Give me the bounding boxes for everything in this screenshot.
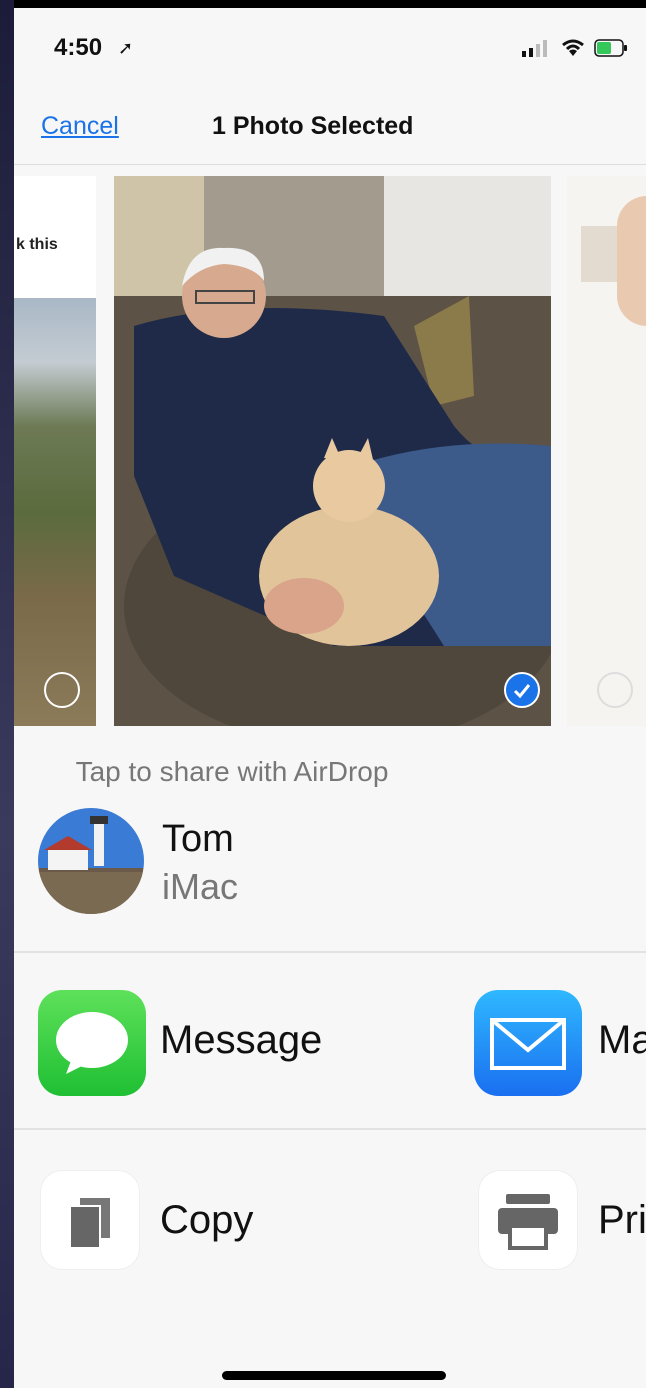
speech-bubble-icon <box>56 1012 128 1074</box>
landscape-image <box>14 298 96 726</box>
lighthouse-avatar-image <box>38 808 144 914</box>
photo-thumbnail-prev[interactable]: k this <box>14 176 96 726</box>
airdrop-device-name: iMac <box>162 866 239 907</box>
photo-thumbnail-next[interactable] <box>567 176 646 726</box>
battery-icon <box>594 39 627 57</box>
portrait-photo <box>114 176 551 726</box>
share-sheet-header: Cancel 1 Photo Selected <box>14 86 646 165</box>
photo-thumbnail-selected[interactable] <box>114 176 551 726</box>
selected-check-icon[interactable] <box>504 672 540 708</box>
photo-text-snippet: k this <box>16 236 58 253</box>
wifi-icon <box>562 39 584 56</box>
divider <box>14 1128 646 1130</box>
device-bezel <box>0 0 14 1388</box>
checkmark-icon <box>513 684 531 699</box>
copy-icon <box>40 1170 140 1270</box>
avatar <box>38 808 144 914</box>
messages-icon <box>38 990 146 1096</box>
status-time: 4:50 <box>54 34 103 61</box>
copy-pages-icon <box>69 1198 110 1249</box>
mail-icon <box>474 990 582 1096</box>
share-sheet-screen: 4:50 ➚ Cancel 1 Photo Selected k this Ta… <box>14 8 646 1388</box>
select-circle[interactable] <box>597 672 633 708</box>
status-icons <box>522 38 628 58</box>
home-indicator[interactable] <box>222 1371 446 1380</box>
copy-label: Copy <box>160 1198 254 1242</box>
print-icon <box>478 1170 578 1270</box>
airdrop-hint: Tap to share with AirDrop <box>75 756 389 787</box>
location-arrow-icon: ➚ <box>118 38 134 58</box>
mail-app-label: Ma <box>598 1018 646 1062</box>
printer-icon <box>498 1194 558 1250</box>
airdrop-person-name: Tom <box>162 818 234 860</box>
cancel-button[interactable]: Cancel <box>41 112 119 141</box>
divider <box>14 951 646 953</box>
share-actions-row: Copy Pri <box>14 1168 646 1278</box>
page-title: 1 Photo Selected <box>212 112 414 140</box>
share-apps-row: Message Ma <box>14 988 646 1098</box>
photo-carousel[interactable]: k this <box>14 168 646 728</box>
document-image-shape <box>617 196 646 326</box>
envelope-icon <box>490 1018 566 1070</box>
print-label: Pri <box>598 1198 646 1242</box>
select-circle[interactable] <box>44 672 80 708</box>
message-app-label: Message <box>160 1018 323 1062</box>
cellular-signal-icon <box>522 40 547 57</box>
status-bar: 4:50 ➚ <box>14 8 646 86</box>
